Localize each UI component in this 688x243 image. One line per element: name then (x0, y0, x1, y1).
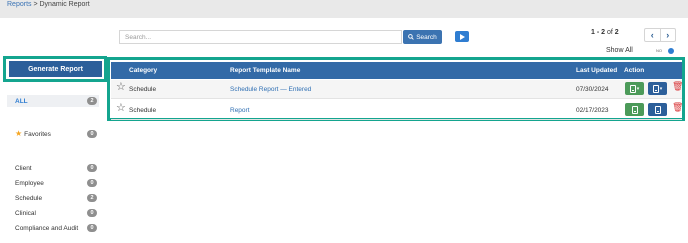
search-input[interactable] (119, 30, 402, 44)
document-file-icon (652, 84, 659, 93)
chevron-left-icon: ‹ (650, 30, 654, 40)
document-export-dropdown-button[interactable]: ▾ (648, 82, 667, 95)
excel-export-button[interactable] (625, 103, 644, 116)
generate-report-button[interactable]: Generate Report (9, 61, 102, 77)
filter-label: ALL (15, 97, 28, 105)
show-all-toggle[interactable]: NO (652, 47, 677, 55)
count-badge: 0 (87, 224, 97, 232)
caret-down-icon: ▾ (636, 85, 640, 92)
chevron-right-icon: › (666, 30, 670, 40)
breadcrumb: Reports > Dynamic Report (7, 1, 90, 8)
row-category: Schedule (129, 86, 157, 93)
filter-favorites-label: Favorites (24, 130, 51, 138)
top-bar: Reports > Dynamic Report (0, 0, 688, 18)
toggle-knob (668, 48, 674, 54)
row-template-name-link[interactable]: Report (230, 107, 250, 114)
breadcrumb-separator: > (31, 1, 40, 8)
filter-label: Client (15, 164, 32, 172)
count-badge: 2 (87, 97, 97, 105)
count-badge: 2 (87, 194, 97, 202)
delete-icon[interactable]: 🗑 (672, 103, 683, 112)
filter-label: Schedule (15, 194, 43, 202)
filter-all[interactable]: ALL 2 (7, 95, 99, 107)
pagination-info: 1 - 2 of 2 (591, 29, 619, 36)
filter-label: ★ Favorites (15, 130, 51, 138)
pagination-total: 2 (614, 29, 619, 36)
prev-page-button[interactable]: ‹ (645, 29, 660, 41)
column-header-last-updated[interactable]: Last Updated (576, 67, 617, 74)
row-category: Schedule (129, 107, 157, 114)
delete-icon[interactable]: 🗑 (672, 82, 683, 91)
count-badge: 0 (87, 209, 97, 217)
next-page-button[interactable]: › (659, 29, 676, 41)
run-button[interactable] (455, 31, 469, 42)
search-button[interactable]: Search (403, 30, 442, 44)
filter-clinical[interactable]: Clinical 0 (7, 207, 99, 219)
filter-compliance-audit[interactable]: Compliance and Audit 0 (7, 222, 99, 234)
row-template-name-link[interactable]: Schedule Report — Entered (230, 86, 311, 93)
row-last-updated: 02/17/2023 (576, 107, 609, 114)
excel-export-dropdown-button[interactable]: ▾ (625, 82, 644, 95)
star-icon: ★ (15, 129, 23, 138)
column-header-category[interactable]: Category (129, 67, 157, 74)
table-row: ☆ Schedule Report 02/17/2023 🗑 (111, 101, 683, 120)
caret-down-icon: ▾ (659, 85, 663, 92)
search-button-label: Search (416, 33, 437, 41)
table-row: ☆ Schedule Schedule Report — Entered 07/… (111, 80, 683, 99)
document-export-button[interactable] (648, 103, 667, 116)
favorite-star-icon[interactable]: ☆ (116, 82, 126, 93)
search-icon (408, 34, 414, 40)
column-header-action: Action (624, 67, 645, 74)
filter-employee[interactable]: Employee 0 (7, 177, 99, 189)
show-all-label: Show All (606, 47, 633, 54)
play-icon (460, 33, 465, 40)
count-badge: 0 (87, 164, 97, 172)
column-header-template-name[interactable]: Report Template Name (230, 67, 300, 74)
pagination-range: 1 - 2 (591, 29, 606, 36)
favorite-star-icon[interactable]: ☆ (116, 103, 126, 114)
pagination-of: of (606, 29, 613, 36)
row-last-updated: 07/30/2024 (576, 86, 609, 93)
pagination-controls: ‹ › (644, 28, 676, 42)
filter-label: Compliance and Audit (15, 224, 79, 232)
filter-label: Employee (15, 179, 44, 187)
filter-favorites[interactable]: ★ Favorites 0 (7, 128, 99, 140)
filter-label: Clinical (15, 209, 36, 217)
breadcrumb-reports-link[interactable]: Reports (7, 1, 32, 8)
excel-file-icon (631, 105, 638, 114)
toggle-state-text: NO (656, 48, 662, 53)
excel-file-icon (629, 84, 636, 93)
breadcrumb-current: Dynamic Report (39, 1, 90, 8)
count-badge: 0 (87, 179, 97, 187)
document-file-icon (654, 105, 661, 114)
count-badge: 0 (87, 130, 97, 138)
filter-schedule[interactable]: Schedule 2 (7, 192, 99, 204)
table-header: Category Report Template Name Last Updat… (111, 62, 682, 79)
filter-client[interactable]: Client 0 (7, 162, 99, 174)
